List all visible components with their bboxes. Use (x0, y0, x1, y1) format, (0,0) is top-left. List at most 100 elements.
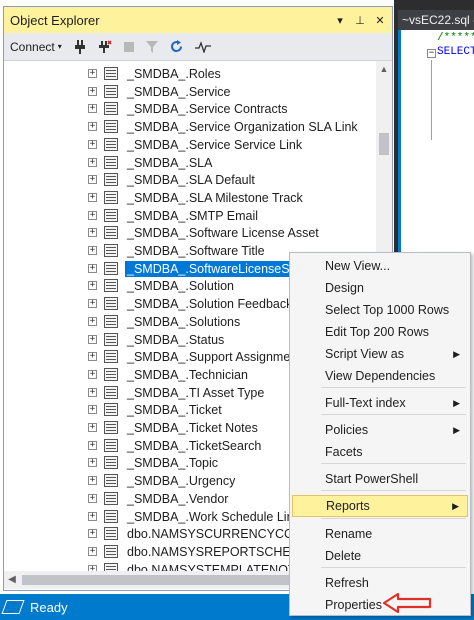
collapse-region-icon[interactable]: − (427, 49, 436, 58)
view-icon (104, 527, 118, 541)
menu-item-edit-top-200-rows[interactable]: Edit Top 200 Rows (292, 321, 468, 343)
menu-item-label: Reports (326, 499, 370, 513)
expand-node-icon[interactable]: + (88, 228, 97, 238)
expand-node-icon[interactable]: + (88, 246, 97, 255)
menu-item-design[interactable]: Design (292, 277, 468, 299)
menu-item-label: Design (325, 281, 364, 295)
connect-button[interactable]: Connect ▾ (10, 40, 62, 54)
menu-item-label: View Dependencies (325, 369, 436, 383)
expand-node-icon[interactable]: + (88, 263, 97, 273)
expand-node-icon[interactable]: + (88, 210, 97, 220)
expand-node-icon[interactable]: + (88, 423, 97, 432)
tree-item[interactable]: + _SMDBA_.SMTP Email (4, 207, 376, 225)
menu-separator (321, 490, 466, 491)
expand-node-icon[interactable]: + (88, 387, 97, 397)
editor-tab[interactable]: ~vsEC22.sql - n (398, 10, 474, 30)
filter-icon[interactable] (145, 40, 158, 53)
menu-item-new-view[interactable]: New View... (292, 255, 468, 277)
tree-item[interactable]: + _SMDBA_.Service Contracts (4, 100, 376, 118)
expand-node-icon[interactable]: + (88, 175, 97, 185)
expand-node-icon[interactable]: + (88, 529, 97, 539)
expand-node-icon[interactable]: + (88, 281, 97, 291)
menu-item-facets[interactable]: Facets (292, 441, 468, 463)
menu-item-view-dependencies[interactable]: View Dependencies (292, 365, 468, 387)
view-icon (104, 120, 118, 134)
expand-node-icon[interactable]: + (88, 122, 97, 132)
tree-item-label: _SMDBA_.SLA (127, 155, 213, 170)
auto-hide-pin-icon[interactable]: ⊥ (352, 14, 368, 27)
tree-item[interactable]: + _SMDBA_.Service Service Link (4, 136, 376, 154)
expand-node-icon[interactable]: + (88, 352, 97, 362)
view-icon (104, 544, 118, 558)
tree-item-label: _SMDBA_.Ticket (127, 403, 222, 418)
chevron-down-icon: ▾ (57, 42, 62, 51)
tree-item[interactable]: + _SMDBA_.SLA Default (4, 171, 376, 189)
vertical-scroll-thumb[interactable] (379, 133, 389, 155)
tree-item[interactable]: + _SMDBA_.Service (4, 83, 376, 101)
refresh-icon[interactable] (170, 40, 183, 53)
menu-item-label: Start PowerShell (325, 472, 419, 486)
tree-item-label: _SMDBA_.Solution (127, 279, 235, 294)
scroll-up-arrow-icon[interactable]: ▲ (376, 61, 392, 77)
menu-item-label: Full-Text index (325, 396, 406, 410)
view-icon (104, 491, 118, 505)
menu-item-label: Facets (325, 445, 363, 459)
menu-item-policies[interactable]: Policies ▶ (292, 419, 468, 441)
expand-node-icon[interactable]: + (88, 69, 97, 78)
tree-item-label: _SMDBA_.Technician (127, 367, 248, 382)
tree-item-label: _SMDBA_.TicketSearch (127, 438, 262, 453)
tree-item-label: _SMDBA_.Software License Asset (127, 226, 319, 241)
menu-item-delete[interactable]: Delete (292, 545, 468, 567)
submenu-arrow-icon: ▶ (453, 425, 460, 435)
menu-item-refresh[interactable]: Refresh (292, 572, 468, 594)
menu-item-start-powershell[interactable]: Start PowerShell (292, 468, 468, 490)
expand-node-icon[interactable]: + (88, 316, 97, 326)
tree-item[interactable]: + _SMDBA_.Service Organization SLA Link (4, 118, 376, 136)
expand-node-icon[interactable]: + (88, 369, 97, 379)
view-icon (104, 438, 118, 452)
menu-item-properties[interactable]: Properties (292, 594, 468, 616)
menu-item-script-view-as[interactable]: Script View as ▶ (292, 343, 468, 365)
connect-object-explorer-icon[interactable] (74, 39, 86, 54)
expand-node-icon[interactable]: + (88, 157, 97, 167)
expand-node-icon[interactable]: + (88, 192, 97, 202)
tree-item[interactable]: + _SMDBA_.Roles (4, 65, 376, 83)
activity-monitor-icon[interactable] (194, 40, 211, 53)
expand-node-icon[interactable]: + (88, 139, 97, 149)
menu-item-rename[interactable]: Rename (292, 523, 468, 545)
expand-node-icon[interactable]: + (88, 405, 97, 415)
connect-label: Connect (10, 39, 55, 54)
menu-item-reports[interactable]: Reports ▶ (292, 495, 468, 517)
tree-item-label: _SMDBA_.Solution Feedback (127, 297, 293, 312)
scroll-left-arrow-icon[interactable]: ◀ (4, 571, 20, 589)
expand-node-icon[interactable]: + (88, 86, 97, 96)
expand-node-icon[interactable]: + (88, 511, 97, 521)
disconnect-icon[interactable] (98, 39, 112, 54)
expand-node-icon[interactable]: + (88, 299, 97, 309)
stop-icon[interactable] (123, 41, 134, 52)
view-icon (104, 261, 118, 275)
expand-node-icon[interactable]: + (88, 440, 97, 450)
expand-node-icon[interactable]: + (88, 493, 97, 503)
editor-code-line: SELECT (437, 46, 474, 58)
menu-item-label: Select Top 1000 Rows (325, 303, 450, 317)
view-icon (104, 173, 118, 187)
expand-node-icon[interactable]: + (88, 546, 97, 556)
menu-item-full-text-index[interactable]: Full-Text index ▶ (292, 392, 468, 414)
tree-item[interactable]: + _SMDBA_.SLA (4, 154, 376, 172)
tree-item[interactable]: + _SMDBA_.Software License Asset (4, 224, 376, 242)
tree-item[interactable]: + _SMDBA_.SLA Milestone Track (4, 189, 376, 207)
window-position-dropdown-icon[interactable]: ▾ (332, 14, 348, 27)
object-explorer-toolbar: Connect ▾ (4, 33, 392, 61)
close-icon[interactable]: ✕ (372, 14, 388, 27)
expand-node-icon[interactable]: + (88, 476, 97, 486)
view-icon (104, 509, 118, 523)
view-icon (104, 208, 118, 222)
expand-node-icon[interactable]: + (88, 334, 97, 344)
menu-item-select-top-1000-rows[interactable]: Select Top 1000 Rows (292, 299, 468, 321)
status-window-icon (1, 600, 25, 614)
object-explorer-titlebar: Object Explorer ▾ ⊥ ✕ (4, 7, 392, 33)
horizontal-scroll-thumb[interactable] (22, 575, 292, 585)
expand-node-icon[interactable]: + (88, 458, 97, 468)
expand-node-icon[interactable]: + (88, 104, 97, 114)
